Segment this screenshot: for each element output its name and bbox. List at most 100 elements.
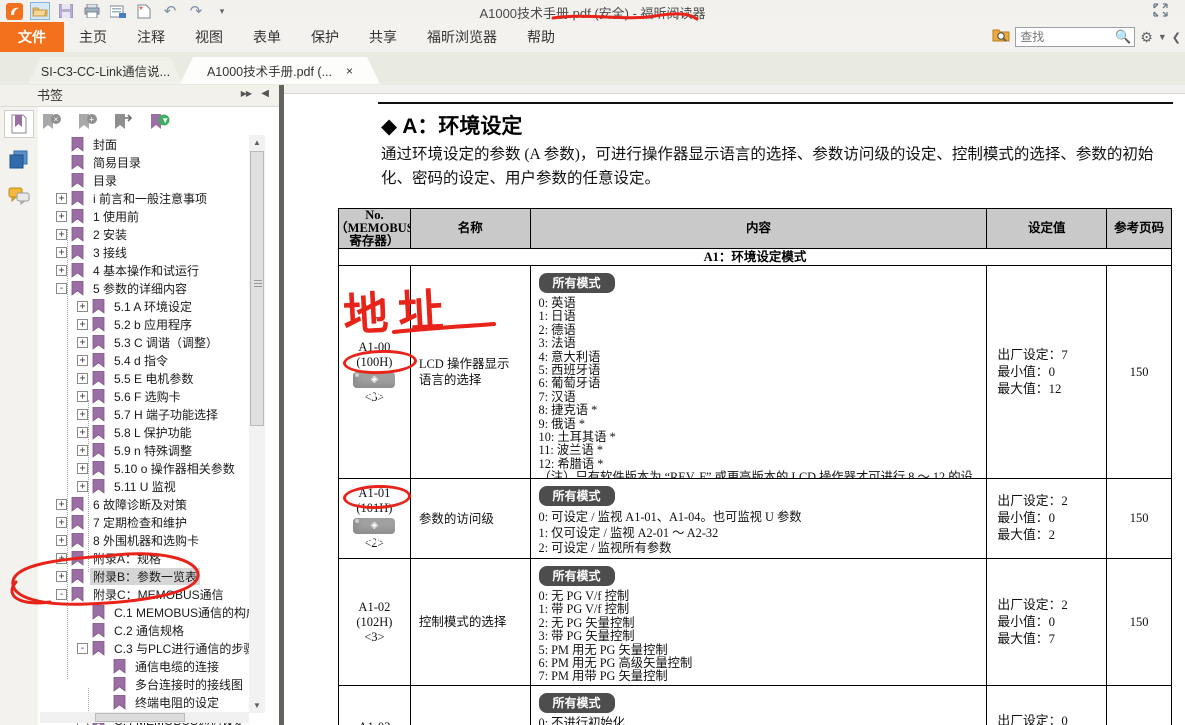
bookmark-tree-item[interactable]: - 5 参数的详细内容 [38, 279, 249, 297]
bookmark-tree-item[interactable]: + 1 使用前 [38, 207, 249, 225]
search-in-folder-icon[interactable] [992, 27, 1010, 47]
bookmark-tree-item[interactable]: + 5.3 C 调谐（调整） [38, 333, 249, 351]
next-bookmark-icon[interactable] [112, 113, 134, 133]
tree-expander-icon[interactable]: - [77, 643, 88, 654]
cell-no: A1-02 (102H) <3> [339, 559, 411, 685]
sidebar-vertical-scrollbar[interactable]: ▲ ▼ [249, 135, 265, 713]
bookmark-tree-item[interactable]: + 5.11 U 监视 [38, 477, 249, 495]
tree-expander-icon[interactable]: + [77, 445, 88, 456]
menu-view[interactable]: 视图 [180, 22, 238, 52]
bookmark-tree-item[interactable]: + i 前言和一般注意事项 [38, 189, 249, 207]
delete-bookmark-icon[interactable]: × [40, 113, 62, 133]
tree-expander-icon[interactable]: + [56, 535, 67, 546]
add-bookmark-icon[interactable]: + [76, 113, 98, 133]
bookmark-tree-item[interactable]: + 4 基本操作和试运行 [38, 261, 249, 279]
bookmark-tree-item[interactable]: + 3 接线 [38, 243, 249, 261]
bookmark-tree-item[interactable]: - C.3 与PLC进行通信的步骤 [38, 639, 249, 657]
bookmark-options-icon[interactable]: ▼ [148, 113, 170, 133]
bookmark-tree-item[interactable]: + 附录B：参数一览表 [38, 567, 249, 585]
gear-dropdown-icon[interactable]: ▼ [1158, 32, 1167, 42]
tree-expander-icon[interactable]: + [77, 463, 88, 474]
sidebar-horizontal-scrollbar[interactable] [40, 712, 249, 723]
bookmark-icon [71, 281, 84, 296]
bookmark-tree-item[interactable]: 简易目录 [38, 153, 249, 171]
tree-expander-icon[interactable]: + [77, 409, 88, 420]
tree-expander-icon[interactable]: + [56, 571, 67, 582]
bookmark-tree-item[interactable]: + 附录A：规格 [38, 549, 249, 567]
menu-file[interactable]: 文件 [0, 22, 64, 52]
menu-form[interactable]: 表单 [238, 22, 296, 52]
tree-expander-icon[interactable]: + [56, 499, 67, 510]
search-input[interactable] [1016, 30, 1115, 44]
menu-home[interactable]: 主页 [64, 22, 122, 52]
bookmark-tree-item[interactable]: + 5.5 E 电机参数 [38, 369, 249, 387]
tree-expander-icon[interactable]: + [56, 553, 67, 564]
panel-switch-strip [0, 107, 38, 725]
gear-icon[interactable]: ⚙ [1140, 29, 1153, 46]
bookmark-tree-item[interactable]: + 5.10 o 操作器相关参数 [38, 459, 249, 477]
bookmark-tree-item[interactable]: + 5.9 n 特殊调整 [38, 441, 249, 459]
tree-expander-icon[interactable]: + [77, 427, 88, 438]
bookmark-tree-item[interactable]: + 5.7 H 端子功能选择 [38, 405, 249, 423]
bookmark-tree-item[interactable]: + 6 故障诊断及对策 [38, 495, 249, 513]
bookmark-icon [71, 533, 84, 548]
bookmark-tree-item[interactable]: C.1 MEMOBUS通信的构成 [38, 603, 249, 621]
expand-panel-icon[interactable]: ▶▶ [241, 89, 251, 98]
tree-expander-icon[interactable]: + [56, 517, 67, 528]
menu-protect[interactable]: 保护 [296, 22, 354, 52]
arrange-windows-icon[interactable] [1153, 3, 1171, 18]
scrollbar-thumb[interactable] [250, 151, 264, 426]
bookmark-label: 多台连接时的接线图 [132, 676, 246, 693]
collapse-toolbar-icon[interactable]: ❮ [1172, 31, 1181, 44]
table-row-a1-02: A1-02 (102H) <3> 控制模式的选择 所有模式 0: 无 PG V/… [339, 559, 1171, 686]
menu-help[interactable]: 帮助 [512, 22, 570, 52]
bookmark-tree-item[interactable]: + 8 外围机器和选购卡 [38, 531, 249, 549]
scroll-down-icon[interactable]: ▼ [249, 698, 265, 713]
bookmark-icon [92, 389, 105, 404]
bookmark-tree-item[interactable]: + 2 安装 [38, 225, 249, 243]
bookmark-tree-item[interactable]: - 附录C：MEMOBUS通信 [38, 585, 249, 603]
tree-expander-icon[interactable]: + [56, 211, 67, 222]
menu-comment[interactable]: 注释 [122, 22, 180, 52]
comments-tab-icon[interactable] [4, 182, 34, 210]
pages-tab-icon[interactable] [4, 146, 34, 174]
tree-expander-icon[interactable]: + [77, 319, 88, 330]
bookmark-tree-item[interactable]: + 5.2 b 应用程序 [38, 315, 249, 333]
bookmark-tree-item[interactable]: 终端电阻的设定 [38, 693, 249, 711]
bookmark-tree-item[interactable]: + 5.1 A 环境设定 [38, 297, 249, 315]
bookmark-tree-item[interactable]: 多台连接时的接线图 [38, 675, 249, 693]
scrollbar-thumb[interactable] [95, 713, 185, 722]
bookmark-tree-item[interactable]: 封面 [38, 135, 249, 153]
tree-expander-icon[interactable]: + [77, 301, 88, 312]
tree-expander-icon[interactable]: + [77, 373, 88, 384]
bookmark-tree-item[interactable]: + 7 定期检查和维护 [38, 513, 249, 531]
search-icon[interactable]: 🔍 [1115, 29, 1134, 45]
collapse-panel-icon[interactable]: ◀ [261, 88, 269, 99]
bookmarks-tab-icon[interactable] [4, 110, 34, 138]
tree-expander-icon[interactable]: + [77, 391, 88, 402]
bookmark-tree-item[interactable]: + 5.6 F 选购卡 [38, 387, 249, 405]
bookmark-tree-item[interactable]: 目录 [38, 171, 249, 189]
bookmark-label: 5.9 n 特殊调整 [111, 442, 195, 459]
bookmark-icon [71, 587, 84, 602]
bookmark-tree-item[interactable]: C.2 通信规格 [38, 621, 249, 639]
bookmark-tree-item[interactable]: 通信电缆的连接 [38, 657, 249, 675]
bookmark-tree-item[interactable]: + 5.4 d 指令 [38, 351, 249, 369]
tree-expander-icon[interactable]: + [56, 247, 67, 258]
bookmark-tree-item[interactable]: + 5.8 L 保护功能 [38, 423, 249, 441]
tree-expander-icon[interactable]: + [56, 229, 67, 240]
tree-expander-icon[interactable]: - [56, 589, 67, 600]
scroll-up-icon[interactable]: ▲ [249, 135, 265, 150]
tree-expander-icon[interactable]: + [77, 355, 88, 366]
tab-si-c3-cc-link[interactable]: SI-C3-CC-Link通信说... [28, 57, 183, 84]
tree-expander-icon[interactable]: + [77, 337, 88, 348]
bookmark-label: 2 安装 [90, 226, 130, 243]
tree-expander-icon[interactable]: - [56, 283, 67, 294]
tab-a1000-manual[interactable]: A1000技术手册.pdf (... × [180, 57, 380, 84]
menu-share[interactable]: 共享 [354, 22, 412, 52]
tree-expander-icon[interactable]: + [77, 481, 88, 492]
tree-expander-icon[interactable]: + [56, 193, 67, 204]
tree-expander-icon[interactable]: + [56, 265, 67, 276]
menu-foxit-browser[interactable]: 福昕浏览器 [412, 22, 512, 52]
tab-close-icon[interactable]: × [346, 64, 353, 78]
